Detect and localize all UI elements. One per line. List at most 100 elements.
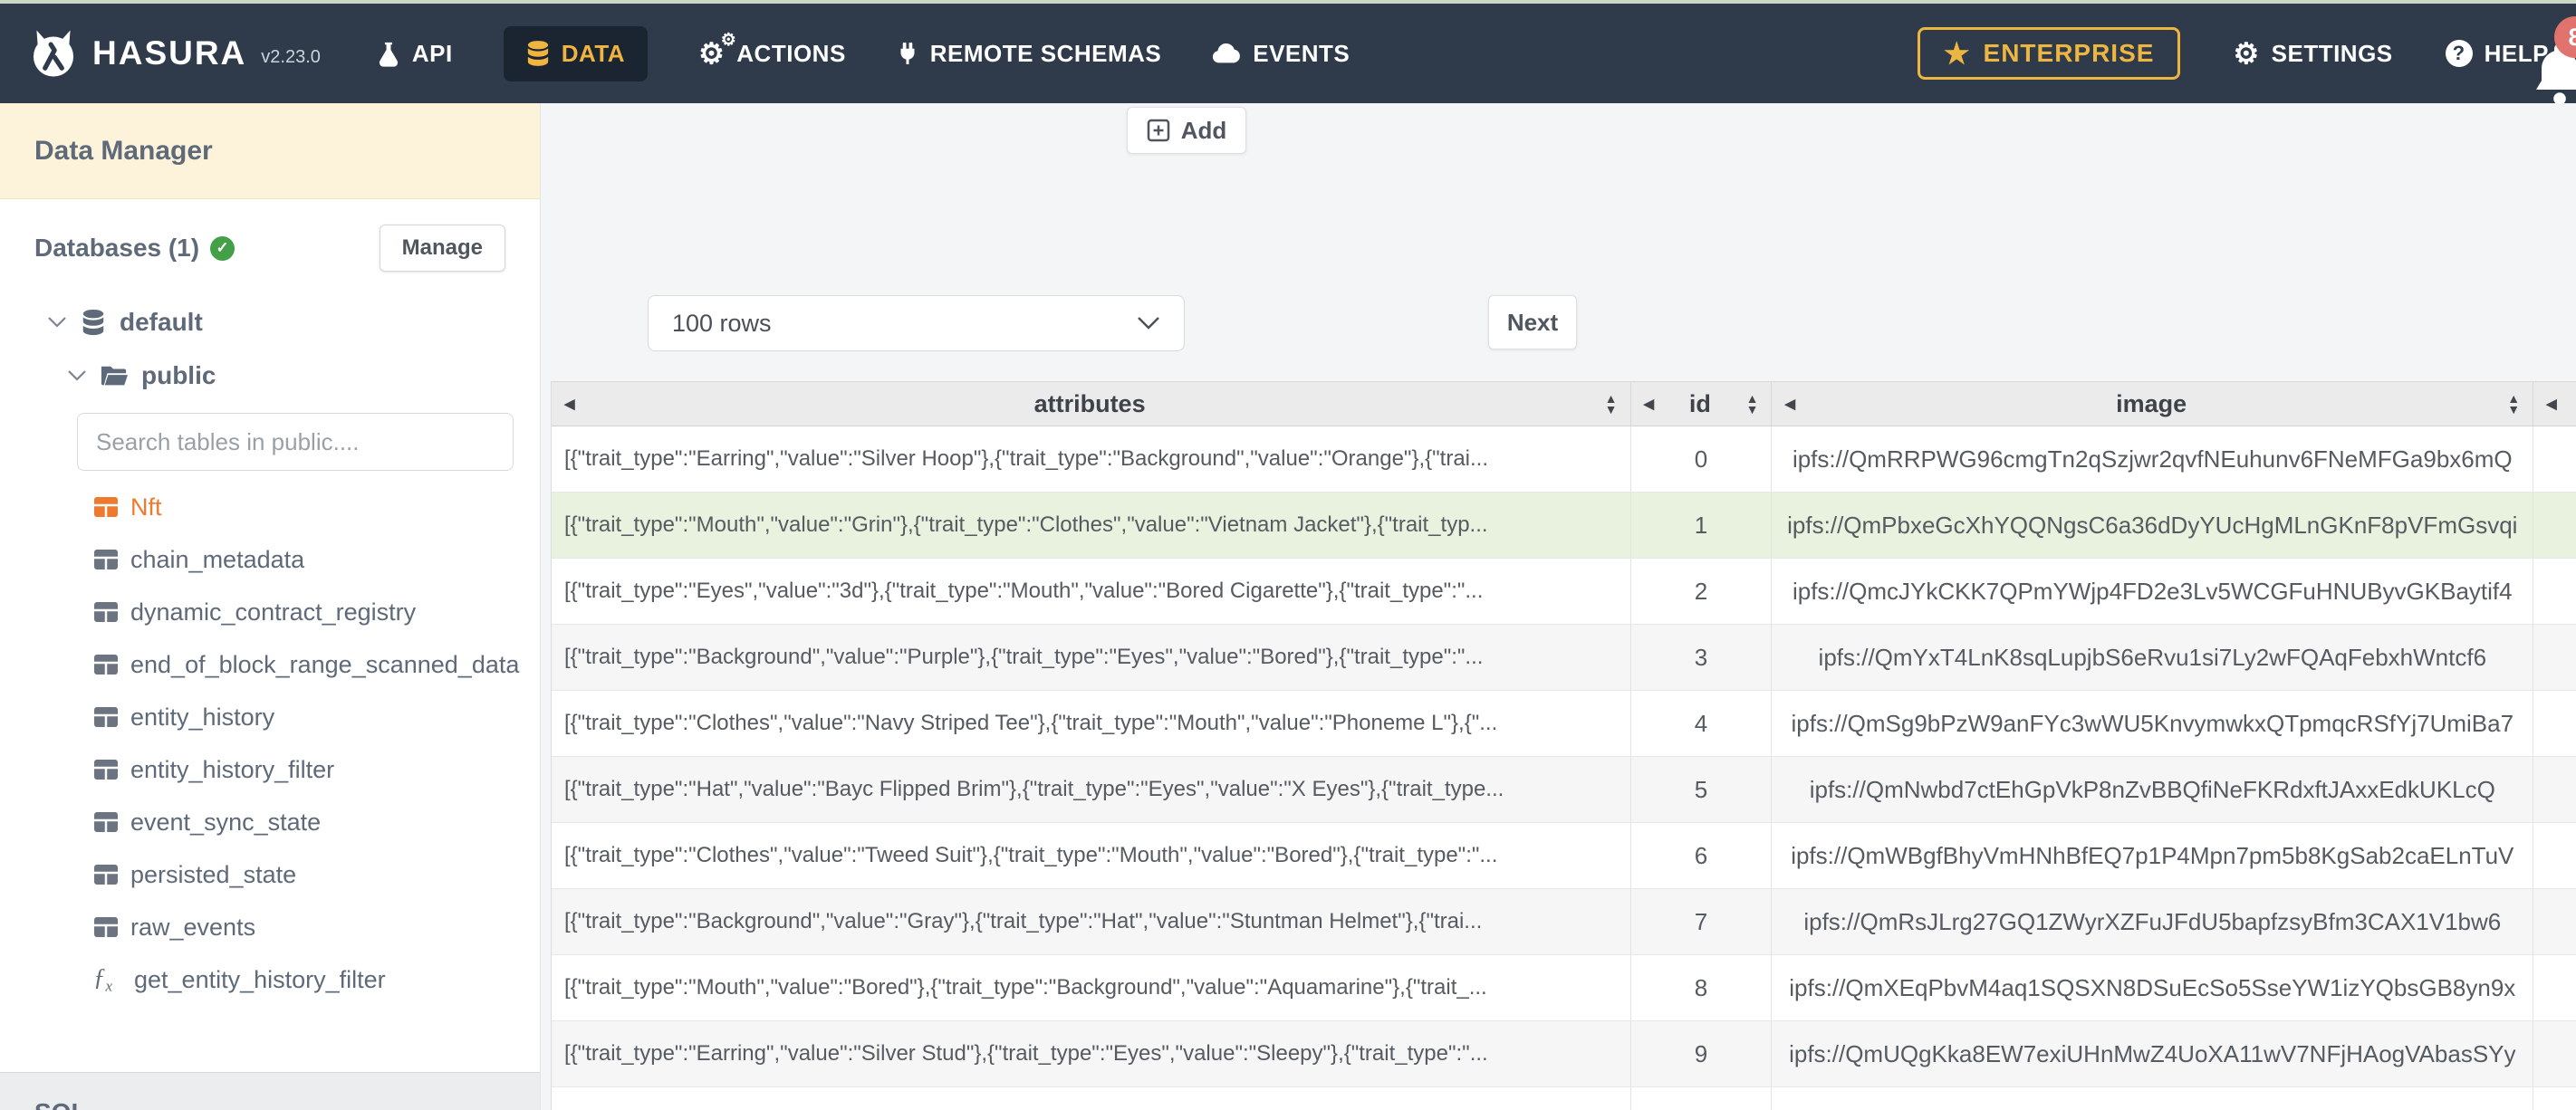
cell-id: 1 (1631, 493, 1773, 558)
sidebar-table-item[interactable]: persisted_state (93, 860, 540, 889)
table-list: Nft chain_metadata dynamic_contract_regis… (93, 493, 540, 995)
gears-icon: ⚙ ⚙ (698, 31, 737, 70)
column-move-left-icon[interactable]: ◀ (1644, 396, 1655, 412)
table-icon (93, 704, 119, 730)
settings-button[interactable]: ⚙ SETTINGS (2233, 39, 2392, 68)
cell-image: ipfs://QmWBgfBhyVmHNhBfEQ7p1P4Mpn7pm5b8K… (1772, 823, 2534, 888)
database-icon (81, 309, 106, 336)
table-row: [{"trait_type":"Background","value":"Gra… (552, 889, 2576, 955)
search-input[interactable] (77, 413, 514, 471)
cell-extra (2533, 955, 2576, 1020)
sort-icon[interactable]: ▲ ▼ (2507, 392, 2520, 416)
cell-id: 8 (1631, 955, 1773, 1020)
databases-label: Databases (1) (34, 234, 200, 262)
cell-extra (2533, 625, 2576, 690)
chevron-down-icon[interactable] (47, 316, 67, 329)
table-row: [{"trait_type":"Background","value":"Pur… (552, 625, 2576, 691)
tree-schema-public[interactable]: public (67, 361, 540, 390)
main-content: Add 100 rows Next ◀ attributes ▲ ▼ ◀ id ▲… (541, 103, 2576, 1110)
sort-icon[interactable]: ▲ ▼ (1605, 392, 1618, 416)
table-row: [{"trait_type":"Clothes","value":"Navy S… (552, 691, 2576, 757)
data-grid: ◀ attributes ▲▼ ◀ id ▲▼ ◀ image ▲▼ ◀ (551, 381, 2576, 1110)
sidebar-table-item[interactable]: chain_metadata (93, 545, 540, 574)
schema-name: public (141, 361, 216, 389)
connected-check-icon: ✓ (210, 235, 235, 261)
sql-link[interactable]: SQL (34, 1098, 87, 1110)
table-row: [{"trait_type":"Mouth","value":"Grin"},{… (552, 493, 2576, 559)
chevron-down-icon (1137, 316, 1160, 330)
sidebar-title: Data Manager (0, 103, 540, 199)
notifications-button[interactable]: 8 (2531, 16, 2576, 107)
table-icon (93, 914, 119, 940)
cell-attributes: [{"trait_type":"Hat","value":"Bayc Flipp… (552, 757, 1631, 822)
database-icon (526, 40, 550, 67)
column-header-id: ◀ id ▲ ▼ (1631, 382, 1773, 426)
folder-open-icon (101, 364, 128, 388)
question-icon: ? (2445, 40, 2473, 67)
cell-attributes: [{"trait_type":"Background","value":"Gra… (552, 889, 1631, 954)
column-move-left-icon[interactable]: ◀ (1784, 396, 1795, 412)
cell-extra (2533, 493, 2576, 558)
column-header-image: ◀ image ▲ ▼ (1772, 382, 2534, 426)
column-move-left-icon[interactable]: ◀ (2546, 396, 2557, 412)
flask-icon (377, 39, 400, 68)
table-row: [{"trait_type":"Earring","value":"Silver… (552, 1021, 2576, 1087)
next-page-button[interactable]: Next (1488, 295, 1577, 349)
cell-extra (2533, 757, 2576, 822)
nav-item-remote-schemas[interactable]: REMOTE SCHEMAS (897, 39, 1161, 68)
sidebar-function-item[interactable]: ƒx get_entity_history_filter (93, 963, 540, 995)
nav-item-events[interactable]: EVENTS (1212, 40, 1350, 68)
version-label: v2.23.0 (261, 46, 321, 67)
cell-extra (2533, 1087, 2576, 1110)
cell-extra (2533, 823, 2576, 888)
cell-image: ipfs://QmPbxeGcXhYQQNgsC6a36dDyYUcHgMLnG… (1772, 493, 2534, 558)
sidebar-table-item[interactable]: dynamic_contract_registry (93, 598, 540, 627)
topbar: HASURA v2.23.0 API DATA ⚙ ⚙ ACTIONS REMO… (0, 4, 2576, 105)
tree-database-default[interactable]: default (47, 308, 540, 337)
add-row-button[interactable]: Add (1127, 107, 1246, 154)
sort-icon[interactable]: ▲ ▼ (1746, 392, 1759, 416)
sidebar-footer: SQL (0, 1072, 540, 1110)
cell-image: ipfs://QmRsJLrg27GQ1ZWyrXZFuJFdU5bapfzsy… (1772, 889, 2534, 954)
cell-image: ipfs://QmNwbd7ctEhGpVkP8nZvBBQfiNeFKRdxf… (1772, 757, 2534, 822)
cell-attributes: [{"trait_type":"Clothes","value":"Navy S… (552, 691, 1631, 756)
cell-attributes: [{"trait_type":"Earring","value":"Silver… (552, 426, 1631, 492)
table-icon (93, 547, 119, 572)
rows-per-page-select[interactable]: 100 rows (648, 295, 1185, 351)
topbar-right: ★ ENTERPRISE ⚙ SETTINGS ? HELP (1917, 27, 2549, 80)
brand-title: HASURA (92, 34, 247, 72)
cell-image (1772, 1087, 2534, 1110)
cell-id: 10 (1631, 1087, 1773, 1110)
cell-id: 0 (1631, 426, 1773, 492)
sidebar-table-item-nft[interactable]: Nft (93, 493, 540, 522)
chevron-down-icon[interactable] (67, 369, 87, 382)
sidebar-table-item[interactable]: raw_events (93, 913, 540, 942)
plus-square-icon (1147, 119, 1169, 142)
function-icon: ƒx (93, 963, 113, 995)
nav-item-actions[interactable]: ⚙ ⚙ ACTIONS (698, 31, 846, 70)
cell-image: ipfs://QmUQgKka8EW7exiUHnMwZ4UoXA11wV7NF… (1772, 1021, 2534, 1086)
cell-extra (2533, 559, 2576, 624)
sidebar-table-item[interactable]: end_of_block_range_scanned_data (93, 650, 540, 679)
column-move-left-icon[interactable]: ◀ (564, 396, 575, 412)
nav-item-api[interactable]: API (377, 39, 453, 68)
manage-button[interactable]: Manage (379, 225, 505, 272)
cell-id: 4 (1631, 691, 1773, 756)
cell-extra (2533, 426, 2576, 492)
enterprise-button[interactable]: ★ ENTERPRISE (1917, 27, 2181, 80)
databases-row: Databases (1) ✓ Manage (34, 223, 505, 273)
cell-id: 3 (1631, 625, 1773, 690)
database-name: default (120, 308, 203, 336)
sidebar-table-item[interactable]: event_sync_state (93, 808, 540, 837)
cell-attributes: [{"trait_type":"Mouth","value":"Grin"},{… (552, 493, 1631, 558)
sidebar-table-item[interactable]: entity_history (93, 703, 540, 732)
cell-attributes: [{"trait_type":"Background","value":"Pur… (552, 625, 1631, 690)
sidebar-table-item[interactable]: entity_history_filter (93, 755, 540, 784)
cell-id: 9 (1631, 1021, 1773, 1086)
main-nav: API DATA ⚙ ⚙ ACTIONS REMOTE SCHEMAS EVEN… (377, 25, 1350, 81)
sidebar: Data Manager Databases (1) ✓ Manage defa… (0, 103, 541, 1110)
cell-id: 6 (1631, 823, 1773, 888)
table-icon (93, 862, 119, 887)
nav-item-data[interactable]: DATA (503, 25, 649, 81)
cell-attributes: [{"trait_type":"Mouth","value":"Bored"},… (552, 955, 1631, 1020)
